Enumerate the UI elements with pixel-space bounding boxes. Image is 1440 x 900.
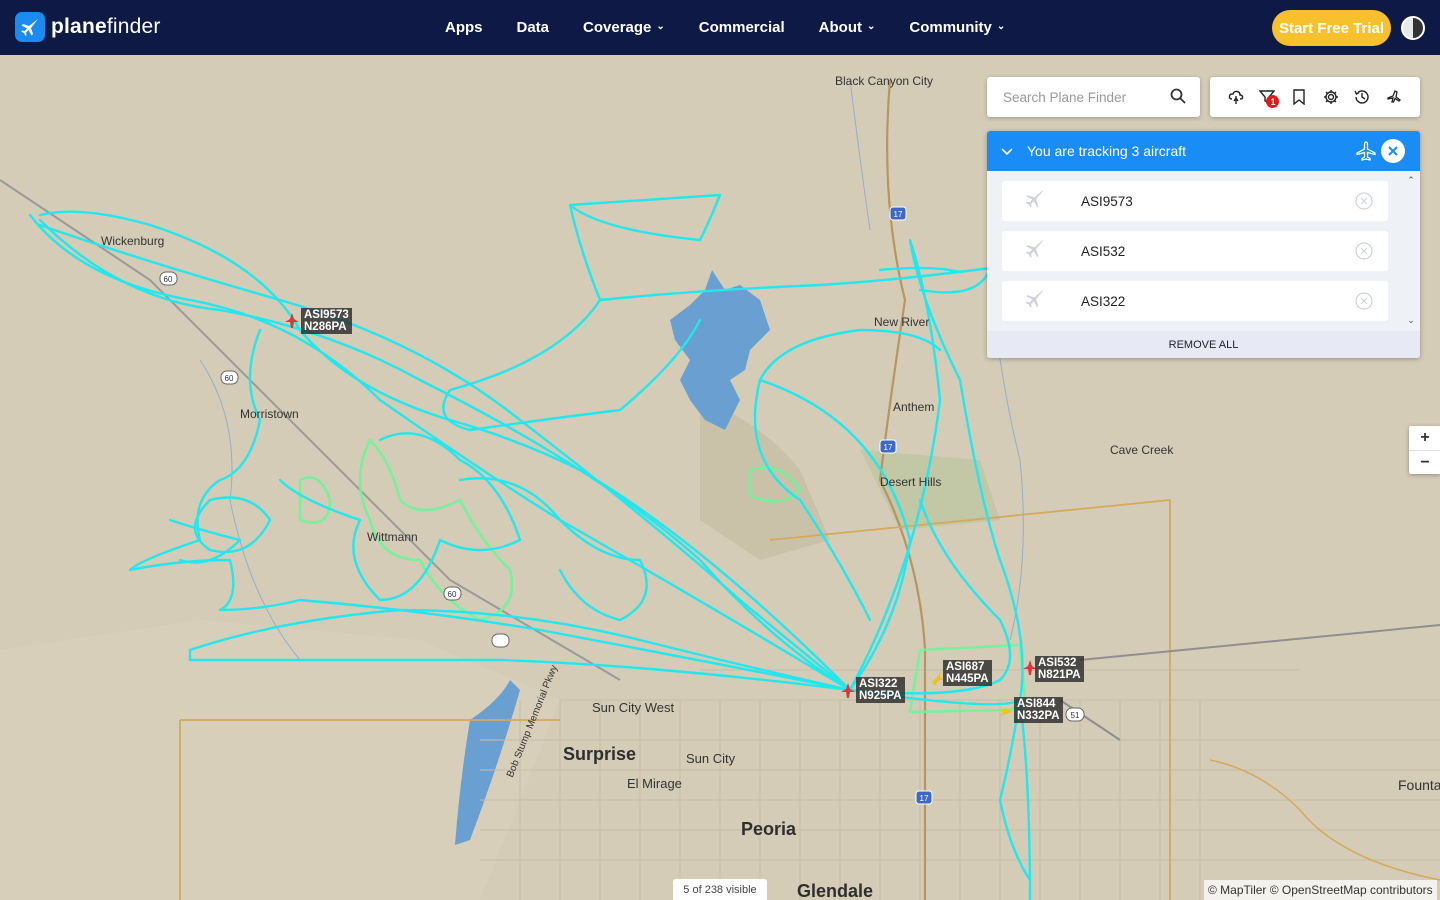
tracking-list-scrollbar[interactable]: ⌃ ⌄ bbox=[1406, 175, 1416, 325]
place-label-glendale: Glendale bbox=[797, 881, 874, 900]
brand-name: planefinder bbox=[51, 15, 161, 38]
shield-60-label: 60 bbox=[164, 275, 173, 284]
aircraft-icon bbox=[1024, 288, 1046, 315]
shield-17-label: 17 bbox=[894, 210, 903, 219]
chevron-down-icon: ⌄ bbox=[656, 21, 665, 32]
place-label-desert-hills: Desert Hills bbox=[880, 475, 942, 489]
aircraft-icon bbox=[1024, 188, 1046, 215]
shield-51-label: 51 bbox=[1071, 711, 1080, 720]
remove-aircraft-icon[interactable] bbox=[1355, 242, 1373, 265]
close-tracking-button[interactable] bbox=[1381, 139, 1405, 163]
tracked-aircraft-list: ASI9573 ASI532 ASI322 bbox=[987, 171, 1420, 331]
tracking-title: You are tracking 3 aircraft bbox=[1027, 143, 1187, 159]
aircraft-tag-asi687[interactable]: ASI687 N445PA bbox=[943, 660, 992, 686]
start-free-trial-button[interactable]: Start Free Trial bbox=[1272, 10, 1391, 46]
place-label-sun-city-west: Sun City West bbox=[592, 700, 675, 715]
map-toolbar: 1 bbox=[1210, 77, 1420, 117]
scroll-up-icon[interactable]: ⌃ bbox=[1406, 175, 1416, 185]
aircraft-icon bbox=[1024, 238, 1046, 265]
settings-icon[interactable] bbox=[1321, 87, 1341, 107]
tracked-aircraft-row[interactable]: ASI322 bbox=[1002, 281, 1388, 321]
top-navbar: planefinder Apps Data Coverage ⌄ Commerci… bbox=[0, 0, 1440, 55]
collapse-chevron-icon[interactable] bbox=[1001, 143, 1017, 159]
remove-aircraft-icon[interactable] bbox=[1355, 192, 1373, 215]
nav-coverage[interactable]: Coverage ⌄ bbox=[583, 19, 665, 36]
nav-about[interactable]: About ⌄ bbox=[819, 19, 876, 36]
bookmark-icon[interactable] bbox=[1289, 87, 1309, 107]
aircraft-tag-asi9573[interactable]: ASI9573 N286PA bbox=[301, 308, 352, 334]
place-label-wickenburg: Wickenburg bbox=[101, 234, 165, 248]
nav-data[interactable]: Data bbox=[517, 19, 550, 36]
main-menu: Apps Data Coverage ⌄ Commercial About ⌄ Co… bbox=[428, 0, 1022, 55]
shield-60-marker bbox=[491, 633, 510, 648]
shield-60-label: 60 bbox=[448, 590, 457, 599]
terrain-layer bbox=[0, 400, 1000, 900]
tracked-aircraft-row[interactable]: ASI9573 bbox=[1002, 181, 1388, 221]
tracking-panel-header: You are tracking 3 aircraft bbox=[987, 131, 1420, 171]
search-icon[interactable] bbox=[1170, 88, 1186, 109]
map-attribution[interactable]: © MapTiler © OpenStreetMap contributors bbox=[1204, 880, 1437, 900]
place-label-peoria: Peoria bbox=[741, 819, 797, 839]
weather-icon[interactable] bbox=[1226, 87, 1246, 107]
shield-60-label: 60 bbox=[225, 374, 234, 383]
visible-aircraft-count: 5 of 238 visible bbox=[673, 879, 767, 900]
user-avatar[interactable] bbox=[1401, 16, 1425, 40]
search-input[interactable] bbox=[1001, 88, 1166, 106]
plane-outline-icon[interactable] bbox=[1356, 141, 1376, 164]
place-label-cave-creek: Cave Creek bbox=[1110, 443, 1174, 457]
zoom-out-button[interactable]: − bbox=[1409, 450, 1440, 474]
tracking-panel: You are tracking 3 aircraft ASI9573 ASI5… bbox=[987, 131, 1420, 358]
shield-17-label: 17 bbox=[884, 443, 893, 452]
aircraft-tag-asi532[interactable]: ASI532 N821PA bbox=[1035, 656, 1084, 682]
nav-apps[interactable]: Apps bbox=[445, 19, 483, 36]
nav-community[interactable]: Community ⌄ bbox=[909, 19, 1005, 36]
place-label-surprise: Surprise bbox=[563, 744, 637, 764]
tracked-callsign: ASI532 bbox=[1081, 243, 1126, 259]
place-label-new-river: New River bbox=[874, 315, 930, 329]
nav-commercial[interactable]: Commercial bbox=[699, 19, 785, 36]
plane-logo-icon bbox=[15, 12, 45, 42]
place-label-anthem: Anthem bbox=[893, 400, 935, 414]
remove-all-button[interactable]: REMOVE ALL bbox=[987, 331, 1420, 358]
zoom-in-button[interactable]: + bbox=[1409, 426, 1440, 450]
airport-icon[interactable] bbox=[1384, 87, 1404, 107]
search-box bbox=[987, 77, 1200, 117]
filter-count-badge: 1 bbox=[1266, 95, 1280, 108]
tracked-callsign: ASI9573 bbox=[1081, 193, 1133, 209]
place-label-fountain: Founta bbox=[1398, 777, 1440, 793]
scroll-down-icon[interactable]: ⌄ bbox=[1406, 315, 1416, 325]
aircraft-tag-asi322[interactable]: ASI322 N925PA bbox=[856, 677, 905, 703]
chevron-down-icon: ⌄ bbox=[866, 21, 876, 32]
place-label-el-mirage: El Mirage bbox=[627, 776, 682, 791]
zoom-controls: + − bbox=[1409, 426, 1440, 474]
tracked-aircraft-row[interactable]: ASI532 bbox=[1002, 231, 1388, 271]
shield-17-label: 17 bbox=[920, 794, 929, 803]
place-label-wittmann: Wittmann bbox=[367, 530, 418, 544]
place-label-black-canyon-city: Black Canyon City bbox=[835, 74, 934, 88]
place-label-morristown: Morristown bbox=[240, 407, 299, 421]
history-icon[interactable] bbox=[1352, 87, 1372, 107]
tracked-callsign: ASI322 bbox=[1081, 293, 1126, 309]
planefinder-logo[interactable]: planefinder bbox=[15, 12, 161, 42]
filter-icon[interactable]: 1 bbox=[1257, 87, 1280, 108]
aircraft-tag-asi844[interactable]: ASI844 N332PA bbox=[1014, 697, 1063, 723]
remove-aircraft-icon[interactable] bbox=[1355, 292, 1373, 315]
chevron-down-icon: ⌄ bbox=[996, 21, 1006, 32]
place-label-sun-city: Sun City bbox=[686, 751, 736, 766]
